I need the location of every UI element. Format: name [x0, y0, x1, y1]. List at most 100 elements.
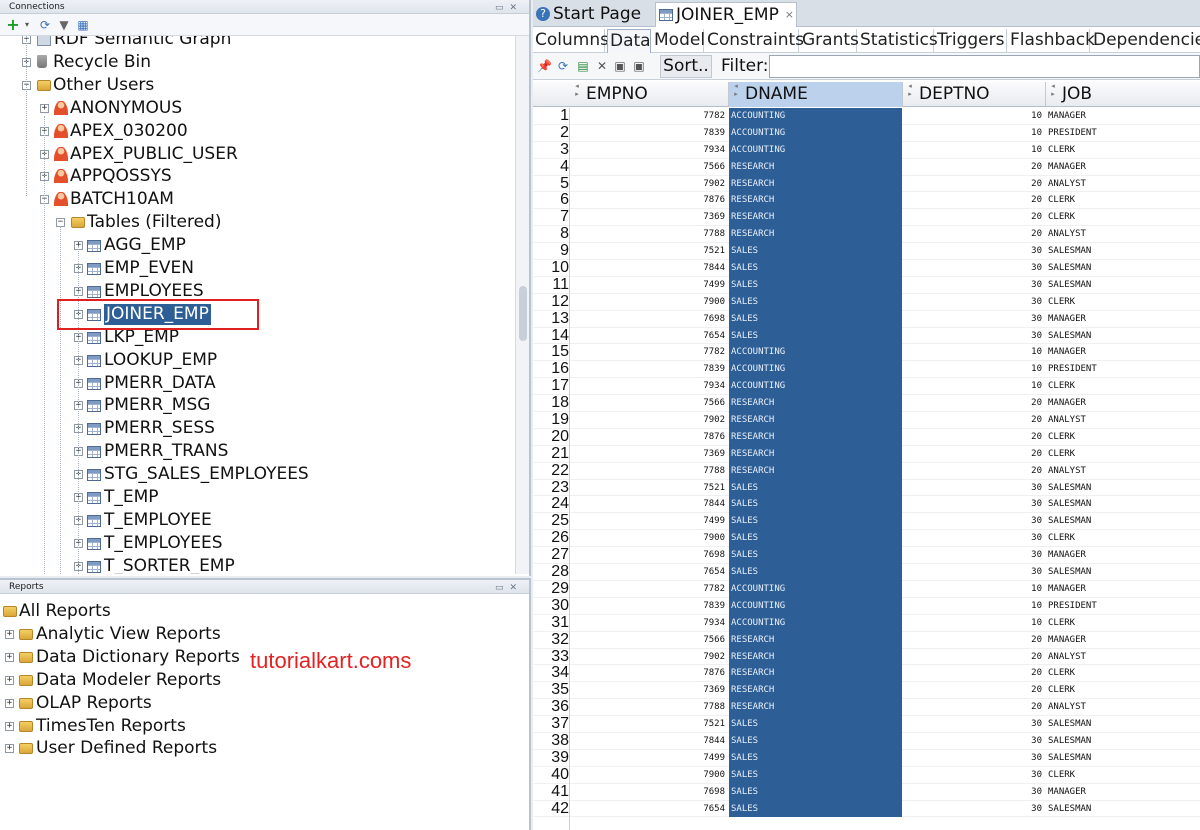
cell-deptno[interactable]: 10: [903, 108, 1044, 125]
table-row[interactable]: 36 7788 RESEARCH 20 ANALYST: [533, 698, 1200, 717]
report-item-olap-reports[interactable]: + OLAP Reports: [0, 692, 500, 715]
table-row[interactable]: 30 7839 ACCOUNTING 10 PRESIDENT: [533, 597, 1200, 615]
tab-model[interactable]: Model: [652, 29, 705, 53]
cell-deptno[interactable]: 20: [903, 159, 1044, 176]
cell-empno[interactable]: 7369: [571, 446, 727, 463]
cell-dname[interactable]: RESEARCH: [729, 209, 902, 227]
cell-dname[interactable]: SALES: [729, 276, 902, 294]
cell-deptno[interactable]: 10: [903, 598, 1044, 615]
cell-deptno[interactable]: 30: [903, 530, 1044, 547]
tree-item-stg-sales-employees[interactable]: + STG_SALES_EMPLOYEES: [0, 463, 500, 486]
cell-empno[interactable]: 7566: [571, 159, 727, 176]
table-row[interactable]: 18 7566 RESEARCH 20 MANAGER: [533, 394, 1200, 413]
cell-job[interactable]: CLERK: [1046, 615, 1200, 632]
cell-empno[interactable]: 7900: [571, 767, 727, 784]
cell-empno[interactable]: 7876: [571, 192, 727, 209]
tree-item-pmerr-trans[interactable]: + PMERR_TRANS: [0, 440, 500, 463]
column-header-dname[interactable]: DNAME: [729, 82, 903, 107]
cell-dname[interactable]: ACCOUNTING: [729, 597, 902, 615]
cell-job[interactable]: SALESMAN: [1046, 513, 1200, 530]
cell-job[interactable]: SALESMAN: [1046, 260, 1200, 277]
cell-deptno[interactable]: 10: [903, 615, 1044, 632]
sort-button[interactable]: Sort..: [660, 55, 712, 78]
close-icon[interactable]: ×: [785, 3, 794, 27]
cell-dname[interactable]: ACCOUNTING: [729, 614, 902, 632]
tree-item-t-sorter-emp[interactable]: + T_SORTER_EMP: [0, 555, 500, 574]
cell-job[interactable]: SALESMAN: [1046, 277, 1200, 294]
tree-item-appqossys[interactable]: + APPQOSSYS: [0, 165, 500, 188]
expand-icon[interactable]: +: [5, 675, 14, 685]
cell-dname[interactable]: RESEARCH: [729, 175, 902, 193]
cell-dname[interactable]: ACCOUNTING: [729, 124, 902, 142]
cell-job[interactable]: SALESMAN: [1046, 733, 1200, 750]
cell-dname[interactable]: RESEARCH: [729, 158, 902, 176]
cell-deptno[interactable]: 30: [903, 513, 1044, 530]
cell-empno[interactable]: 7521: [571, 716, 727, 733]
cell-empno[interactable]: 7876: [571, 665, 727, 682]
cell-job[interactable]: ANALYST: [1046, 176, 1200, 193]
cell-deptno[interactable]: 20: [903, 682, 1044, 699]
cell-deptno[interactable]: 20: [903, 699, 1044, 716]
cell-job[interactable]: CLERK: [1046, 665, 1200, 682]
cell-job[interactable]: SALESMAN: [1046, 480, 1200, 497]
cell-deptno[interactable]: 30: [903, 277, 1044, 294]
cell-dname[interactable]: SALES: [729, 293, 902, 311]
cell-job[interactable]: SALESMAN: [1046, 750, 1200, 767]
cell-dname[interactable]: RESEARCH: [729, 665, 902, 683]
cell-deptno[interactable]: 30: [903, 716, 1044, 733]
cell-job[interactable]: PRESIDENT: [1046, 125, 1200, 142]
tree-item-t-employee[interactable]: + T_EMPLOYEE: [0, 509, 500, 532]
cell-empno[interactable]: 7902: [571, 649, 727, 666]
cell-deptno[interactable]: 20: [903, 226, 1044, 243]
cell-job[interactable]: ANALYST: [1046, 699, 1200, 716]
cell-dname[interactable]: SALES: [729, 766, 902, 784]
tab-data[interactable]: Data: [607, 29, 651, 53]
cell-deptno[interactable]: 20: [903, 632, 1044, 649]
table-row[interactable]: 41 7698 SALES 30 MANAGER: [533, 783, 1200, 801]
cell-dname[interactable]: SALES: [729, 496, 902, 514]
cell-job[interactable]: MANAGER: [1046, 395, 1200, 412]
cell-empno[interactable]: 7902: [571, 412, 727, 429]
table-row[interactable]: 14 7654 SALES 30 SALESMAN: [533, 327, 1200, 345]
tree-item-t-employees[interactable]: + T_EMPLOYEES: [0, 532, 500, 555]
table-row[interactable]: 3 7934 ACCOUNTING 10 CLERK: [533, 141, 1200, 159]
cell-job[interactable]: PRESIDENT: [1046, 361, 1200, 378]
cell-deptno[interactable]: 30: [903, 750, 1044, 767]
tree-item-batch10am[interactable]: − BATCH10AM: [0, 188, 500, 211]
cell-deptno[interactable]: 10: [903, 361, 1044, 378]
cell-deptno[interactable]: 20: [903, 446, 1044, 463]
expand-icon[interactable]: +: [5, 629, 14, 639]
cell-dname[interactable]: SALES: [729, 530, 902, 548]
cell-job[interactable]: SALESMAN: [1046, 801, 1200, 818]
table-row[interactable]: 31 7934 ACCOUNTING 10 CLERK: [533, 614, 1200, 632]
cell-deptno[interactable]: 10: [903, 344, 1044, 361]
cell-deptno[interactable]: 20: [903, 192, 1044, 209]
cell-empno[interactable]: 7839: [571, 125, 727, 142]
tree-item-rdf-semantic-graph[interactable]: + RDF Semantic Graph: [0, 36, 500, 51]
table-row[interactable]: 24 7844 SALES 30 SALESMAN: [533, 496, 1200, 514]
table-row[interactable]: 19 7902 RESEARCH 20 ANALYST: [533, 411, 1200, 429]
cell-dname[interactable]: SALES: [729, 513, 902, 531]
table-row[interactable]: 11 7499 SALES 30 SALESMAN: [533, 276, 1200, 294]
table-row[interactable]: 10 7844 SALES 30 SALESMAN: [533, 259, 1200, 277]
table-row[interactable]: 40 7900 SALES 30 CLERK: [533, 766, 1200, 784]
cell-dname[interactable]: ACCOUNTING: [729, 344, 902, 362]
connections-scrollbar[interactable]: [515, 36, 529, 574]
cell-dname[interactable]: ACCOUNTING: [729, 361, 902, 379]
table-row[interactable]: 23 7521 SALES 30 SALESMAN: [533, 479, 1200, 497]
column-header-deptno[interactable]: DEPTNO: [903, 82, 1046, 107]
cell-job[interactable]: SALESMAN: [1046, 243, 1200, 260]
cell-empno[interactable]: 7499: [571, 513, 727, 530]
filter-icon[interactable]: ▼: [57, 18, 71, 32]
cell-empno[interactable]: 7654: [571, 801, 727, 818]
cell-deptno[interactable]: 20: [903, 429, 1044, 446]
tab-triggers[interactable]: Triggers: [935, 29, 1007, 53]
table-row[interactable]: 16 7839 ACCOUNTING 10 PRESIDENT: [533, 360, 1200, 379]
cell-deptno[interactable]: 20: [903, 176, 1044, 193]
cell-deptno[interactable]: 30: [903, 733, 1044, 750]
cell-empno[interactable]: 7654: [571, 564, 727, 581]
table-row[interactable]: 28 7654 SALES 30 SALESMAN: [533, 563, 1200, 581]
commit-icon[interactable]: ▣: [613, 59, 627, 73]
filter-input[interactable]: [769, 55, 1200, 78]
tab-constraints[interactable]: Constraints: [705, 29, 804, 53]
